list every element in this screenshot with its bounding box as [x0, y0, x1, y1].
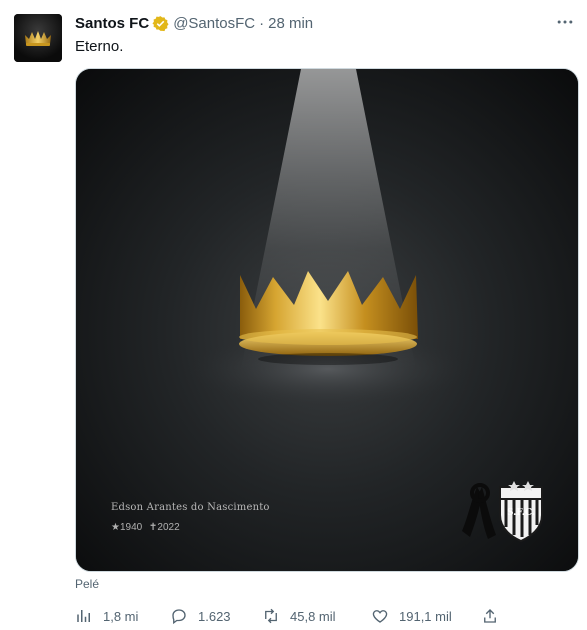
- retweet-icon: [265, 608, 277, 624]
- like-count: 191,1 mil: [399, 608, 452, 624]
- reply-button[interactable]: 1.623: [170, 604, 231, 628]
- tweet-actions: 1,8 mi 1.623 45,8 mil 191,1 mil: [75, 604, 585, 628]
- avatar[interactable]: [14, 14, 62, 62]
- tweet[interactable]: Santos FC @SantosFC · 28 min Eterno. S.F…: [0, 0, 587, 630]
- more-icon[interactable]: [555, 12, 575, 32]
- timestamp[interactable]: 28 min: [268, 15, 313, 32]
- crest-text: S.F.C.: [507, 508, 535, 518]
- crown-avatar-icon: [14, 14, 62, 62]
- author-handle[interactable]: @SantosFC: [173, 15, 255, 32]
- retweet-count: 45,8 mil: [290, 608, 336, 624]
- death-year: ✝2022: [149, 522, 180, 533]
- like-button[interactable]: 191,1 mil: [371, 604, 452, 628]
- image-caption-dates: ★1940 ✝2022: [111, 522, 180, 533]
- tweet-header: Santos FC @SantosFC · 28 min: [75, 13, 313, 33]
- verified-icon: [152, 15, 169, 31]
- share-button[interactable]: [481, 604, 509, 628]
- share-icon: [484, 609, 496, 623]
- image-caption-name: Edson Arantes do Nascimento: [111, 502, 270, 513]
- separator-dot: ·: [259, 14, 265, 32]
- birth-year: ★1940: [111, 522, 143, 533]
- reply-count: 1.623: [198, 608, 231, 624]
- like-icon: [372, 610, 388, 623]
- media-tag-label[interactable]: Pelé: [75, 577, 99, 591]
- views-icon: [77, 610, 90, 622]
- views-button[interactable]: 1,8 mi: [75, 604, 138, 628]
- crown-image: S.F.C.: [76, 69, 578, 571]
- author-name[interactable]: Santos FC: [75, 15, 149, 32]
- tweet-media-image[interactable]: S.F.C.: [75, 68, 579, 572]
- reply-icon: [172, 609, 186, 625]
- retweet-button[interactable]: 45,8 mil: [262, 604, 336, 628]
- views-count: 1,8 mi: [103, 608, 139, 624]
- tweet-text: Eterno.: [75, 38, 124, 55]
